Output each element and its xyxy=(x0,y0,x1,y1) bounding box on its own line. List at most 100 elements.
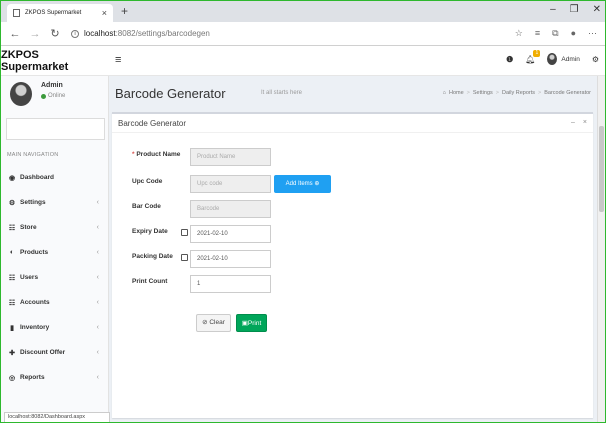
user-avatar xyxy=(547,53,558,65)
user-panel: Admin Online xyxy=(1,76,108,114)
more-menu-icon[interactable]: ⋯ xyxy=(588,28,597,39)
upc-code-input[interactable]: Upc code xyxy=(190,175,271,193)
app-brand[interactable]: ZKPOS Supermarket xyxy=(1,46,109,76)
sidebar-item-dashboard[interactable]: ◉ Dashboard xyxy=(1,165,109,190)
back-icon[interactable]: ← xyxy=(9,28,21,40)
new-tab-button[interactable]: + xyxy=(121,4,128,18)
sidebar-item-discount-offer[interactable]: ✚ Discount Offer ‹ xyxy=(1,340,109,365)
expiry-date-label: Expiry Date xyxy=(132,228,168,235)
maximize-button[interactable]: ❐ xyxy=(570,4,579,15)
forward-icon[interactable]: → xyxy=(29,28,41,40)
sidebar-menu: ◉ Dashboard ⚙ Settings ‹ ☷ Store ‹ ◐ Products ‹ ☷ Us… xyxy=(1,165,109,390)
chevron-left-icon: ‹ xyxy=(96,274,99,281)
print-count-label: Print Count xyxy=(132,278,168,285)
collections-icon[interactable]: ⧉ xyxy=(552,28,558,39)
breadcrumb-home[interactable]: Home xyxy=(449,90,464,96)
sidebar-item-users[interactable]: ☷ Users ‹ xyxy=(1,265,109,290)
product-name-input[interactable]: Product Name xyxy=(190,148,271,166)
sidebar-item-label: Reports xyxy=(20,374,45,381)
products-icon: ◐ xyxy=(9,249,15,256)
sidebar-item-products[interactable]: ◐ Products ‹ xyxy=(1,240,109,265)
breadcrumb-daily-reports[interactable]: Daily Reports xyxy=(502,90,535,96)
content-scrollbar[interactable] xyxy=(597,76,605,422)
sidebar: Admin Online MAIN NAVIGATION ◉ Dashboard ⚙… xyxy=(1,76,109,422)
sidebar-search-input[interactable] xyxy=(6,118,105,140)
users-icon: ☷ xyxy=(8,299,16,307)
upc-code-label: Upc Code xyxy=(132,178,163,185)
collapse-icon[interactable]: – xyxy=(571,119,575,126)
notification-badge: 1 xyxy=(533,49,541,57)
chevron-left-icon: ‹ xyxy=(96,299,99,306)
users-icon: ☷ xyxy=(8,274,16,282)
product-name-label: * Product Name xyxy=(132,151,181,158)
box-header: Barcode Generator – × xyxy=(112,114,593,133)
clear-button[interactable]: ⊘ Clear xyxy=(196,314,231,332)
sidebar-item-label: Inventory xyxy=(20,324,50,331)
barcode-generator-box: Barcode Generator – × * Product Name Pro… xyxy=(112,112,593,418)
eye-icon: ◎ xyxy=(8,374,16,382)
menu-toggle-icon[interactable]: ≡ xyxy=(115,54,121,66)
sidebar-item-store[interactable]: ☷ Store ‹ xyxy=(1,215,109,240)
app-top-bar: ≡ ❶ 🔔︎ 1 Admin ⚙ xyxy=(109,46,605,76)
users-icon: ☷ xyxy=(8,224,16,232)
close-window-button[interactable]: ✕ xyxy=(593,4,601,15)
expiry-date-checkbox[interactable] xyxy=(181,229,188,236)
profile-icon[interactable]: ● xyxy=(571,28,576,39)
refresh-icon[interactable]: ↻ xyxy=(49,27,61,40)
packing-date-input[interactable]: 2021-02-10 xyxy=(190,250,271,268)
bar-code-input[interactable]: Barcode xyxy=(190,200,271,218)
browser-tab[interactable]: ZKPOS Supermarket × xyxy=(7,4,113,22)
chevron-left-icon: ‹ xyxy=(96,349,99,356)
user-name: Admin xyxy=(41,82,63,89)
print-count-input[interactable]: 1 xyxy=(190,275,271,293)
remove-icon[interactable]: × xyxy=(583,119,587,126)
browser-navbar: ← → ↻ i localhost:8082/settings/barcodeg… xyxy=(1,22,605,46)
chevron-left-icon: ‹ xyxy=(96,374,99,381)
favorite-star-icon[interactable]: ☆ xyxy=(515,28,523,39)
address-bar[interactable]: i localhost:8082/settings/barcodegen xyxy=(71,29,515,38)
sidebar-item-label: Store xyxy=(20,224,37,231)
sidebar-item-label: Settings xyxy=(20,199,46,206)
plus-icon: ✚ xyxy=(9,349,15,357)
breadcrumb-settings[interactable]: Settings xyxy=(473,90,493,96)
page-title: Barcode Generator xyxy=(115,86,226,101)
sidebar-item-inventory[interactable]: ▮ Inventory ‹ xyxy=(1,315,109,340)
top-user-name: Admin xyxy=(561,55,580,63)
breadcrumb-separator: > xyxy=(466,90,470,96)
info-circle-icon[interactable]: ❶ xyxy=(506,55,513,64)
sidebar-item-settings[interactable]: ⚙ Settings ‹ xyxy=(1,190,109,215)
sidebar-item-label: Accounts xyxy=(20,299,50,306)
reading-list-icon[interactable]: ≡ xyxy=(535,28,540,39)
user-status: Online xyxy=(41,93,65,99)
close-tab-icon[interactable]: × xyxy=(102,8,107,18)
top-bar-icons: ❶ 🔔︎ 1 Admin ⚙ xyxy=(506,49,599,65)
notification-bell-icon[interactable]: 🔔︎ 1 xyxy=(525,49,541,64)
user-menu[interactable]: Admin xyxy=(547,53,580,65)
chevron-left-icon: ‹ xyxy=(96,224,99,231)
box-tools: – × xyxy=(571,119,587,126)
sidebar-item-label: Discount Offer xyxy=(20,349,66,356)
sidebar-item-label: Users xyxy=(20,274,39,281)
print-button[interactable]: ▣Print xyxy=(236,314,267,332)
page-favicon-icon xyxy=(13,9,20,17)
home-icon: ⌂ xyxy=(442,90,446,96)
user-status-label: Online xyxy=(48,93,66,99)
browser-tab-strip: ZKPOS Supermarket × + – ❐ ✕ xyxy=(1,1,605,22)
scrollbar-thumb[interactable] xyxy=(599,126,604,212)
box-title: Barcode Generator xyxy=(118,118,187,128)
bar-code-label: Bar Code xyxy=(132,203,161,210)
breadcrumb: ⌂ Home > Settings > Daily Reports > Barc… xyxy=(443,90,591,96)
chevron-left-icon: ‹ xyxy=(96,249,99,256)
add-items-button[interactable]: Add Items ⊕ xyxy=(274,175,331,193)
sidebar-item-accounts[interactable]: ☷ Accounts ‹ xyxy=(1,290,109,315)
browser-status-url: localhost:8082/Dashboard.aspx xyxy=(4,412,110,422)
url-host: localhost xyxy=(84,29,116,38)
gears-icon[interactable]: ⚙ xyxy=(592,55,599,64)
packing-date-checkbox[interactable] xyxy=(181,254,188,261)
expiry-date-input[interactable]: 2021-02-10 xyxy=(190,225,271,243)
breadcrumb-separator: > xyxy=(538,90,542,96)
gear-icon: ⚙ xyxy=(8,199,16,207)
site-info-icon[interactable]: i xyxy=(71,29,79,38)
sidebar-item-reports[interactable]: ◎ Reports ‹ xyxy=(1,365,109,390)
minimize-button[interactable]: – xyxy=(550,4,556,15)
